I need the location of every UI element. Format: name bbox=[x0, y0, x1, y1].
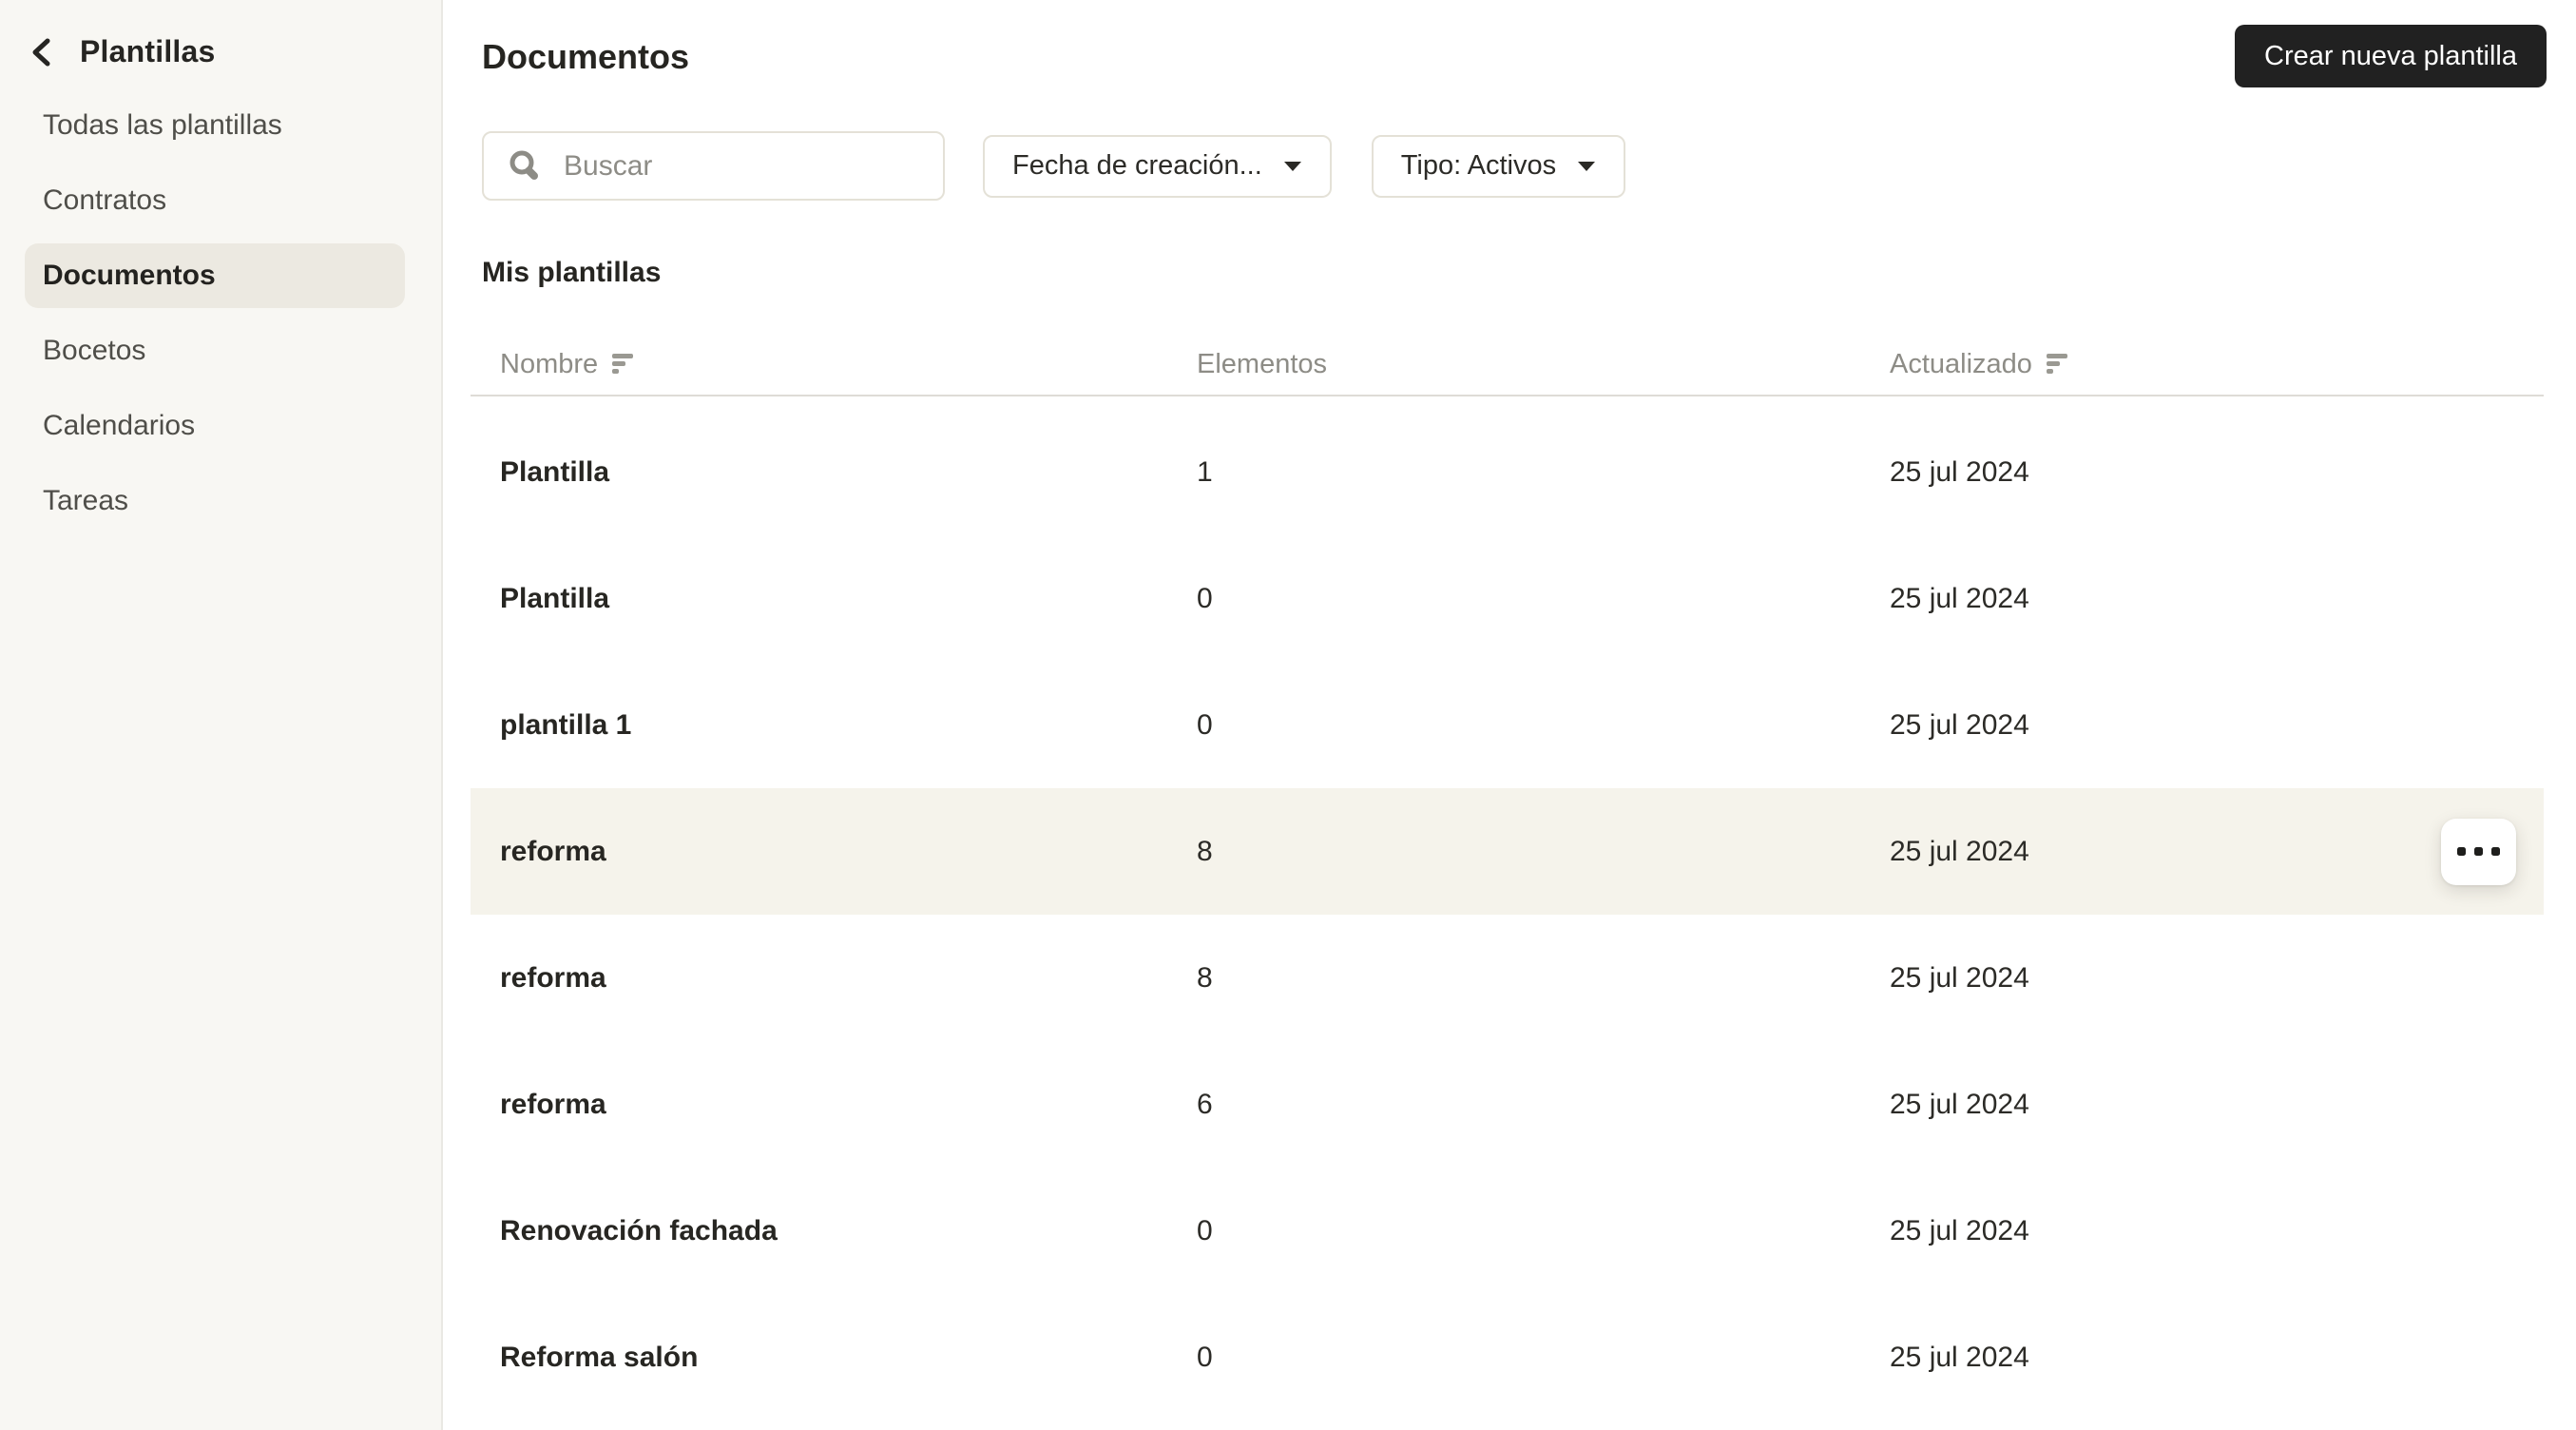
date-filter-label: Fecha de creación... bbox=[1012, 150, 1262, 181]
chevron-down-icon bbox=[1578, 161, 1596, 171]
row-updated: 25 jul 2024 bbox=[1890, 455, 2029, 488]
row-updated: 25 jul 2024 bbox=[1890, 961, 2029, 994]
row-name: reforma bbox=[500, 835, 606, 867]
row-elements: 0 bbox=[1197, 1341, 1213, 1373]
row-updated: 25 jul 2024 bbox=[1890, 1214, 2029, 1246]
ellipsis-icon bbox=[2457, 847, 2466, 856]
column-label: Elementos bbox=[1197, 348, 1328, 379]
templates-table: Nombre Elementos Actualizado Plantilla 1… bbox=[471, 334, 2544, 1420]
filters-bar: Fecha de creación... Tipo: Activos bbox=[482, 131, 2576, 201]
chevron-left-icon bbox=[32, 38, 50, 66]
ellipsis-icon bbox=[2491, 847, 2500, 856]
row-name: reforma bbox=[500, 1088, 606, 1120]
sidebar-item-label: Contratos bbox=[43, 184, 167, 216]
back-to-plantillas[interactable]: Plantillas bbox=[0, 0, 441, 69]
create-template-button[interactable]: Crear nueva plantilla bbox=[2235, 25, 2547, 87]
sidebar-item-label: Tareas bbox=[43, 485, 129, 516]
row-updated: 25 jul 2024 bbox=[1890, 1088, 2029, 1120]
column-header-actualizado[interactable]: Actualizado bbox=[1890, 349, 2544, 380]
sidebar-item-label: Todas las plantillas bbox=[43, 109, 282, 141]
sidebar: Plantillas Todas las plantillas Contrato… bbox=[0, 0, 443, 1430]
column-header-nombre[interactable]: Nombre bbox=[471, 349, 1197, 380]
type-filter-dropdown[interactable]: Tipo: Activos bbox=[1371, 134, 1626, 198]
table-body: Plantilla 1 25 jul 2024 Plantilla 0 25 j… bbox=[471, 396, 2544, 1420]
sort-bars-icon bbox=[2046, 354, 2067, 374]
row-name: Plantilla bbox=[500, 455, 610, 488]
search-icon bbox=[509, 150, 538, 180]
search-input[interactable] bbox=[562, 148, 904, 184]
ellipsis-icon bbox=[2474, 847, 2483, 856]
column-label: Actualizado bbox=[1890, 348, 2032, 379]
row-name: Reforma salón bbox=[500, 1341, 699, 1373]
sidebar-item-label: Calendarios bbox=[43, 410, 196, 441]
row-updated: 25 jul 2024 bbox=[1890, 582, 2029, 614]
sidebar-item-tareas[interactable]: Tareas bbox=[25, 469, 405, 533]
row-updated: 25 jul 2024 bbox=[1890, 1341, 2029, 1373]
sidebar-title: Plantillas bbox=[80, 34, 216, 68]
row-name: reforma bbox=[500, 961, 606, 994]
row-menu-button[interactable] bbox=[2441, 818, 2516, 885]
type-filter-label: Tipo: Activos bbox=[1400, 150, 1557, 181]
sidebar-nav: Todas las plantillas Contratos Documento… bbox=[0, 93, 441, 533]
table-row[interactable]: Reforma salón 0 25 jul 2024 bbox=[471, 1294, 2544, 1420]
row-elements: 0 bbox=[1197, 1214, 1213, 1246]
section-title: Mis plantillas bbox=[482, 257, 662, 288]
sidebar-item-todas-las-plantillas[interactable]: Todas las plantillas bbox=[25, 93, 405, 158]
main-content: Documentos Crear nueva plantilla Fecha d… bbox=[443, 0, 2576, 1430]
row-updated: 25 jul 2024 bbox=[1890, 708, 2029, 741]
date-filter-dropdown[interactable]: Fecha de creación... bbox=[983, 134, 1332, 198]
row-elements: 6 bbox=[1197, 1088, 1213, 1120]
row-elements: 0 bbox=[1197, 582, 1213, 614]
search-box[interactable] bbox=[482, 131, 945, 201]
row-elements: 0 bbox=[1197, 708, 1213, 741]
sidebar-item-documentos[interactable]: Documentos bbox=[25, 243, 405, 308]
row-elements: 8 bbox=[1197, 835, 1213, 867]
table-row[interactable]: plantilla 1 0 25 jul 2024 bbox=[471, 662, 2544, 788]
row-name: Renovación fachada bbox=[500, 1214, 778, 1246]
chevron-down-icon bbox=[1283, 161, 1301, 171]
sidebar-item-calendarios[interactable]: Calendarios bbox=[25, 394, 405, 458]
table-row[interactable]: reforma 8 25 jul 2024 bbox=[471, 788, 2544, 915]
sidebar-item-bocetos[interactable]: Bocetos bbox=[25, 319, 405, 383]
table-row[interactable]: Plantilla 1 25 jul 2024 bbox=[471, 409, 2544, 535]
app-window: Plantillas Todas las plantillas Contrato… bbox=[0, 0, 2576, 1430]
table-row[interactable]: reforma 8 25 jul 2024 bbox=[471, 915, 2544, 1041]
row-elements: 8 bbox=[1197, 961, 1213, 994]
row-elements: 1 bbox=[1197, 455, 1213, 488]
table-row[interactable]: reforma 6 25 jul 2024 bbox=[471, 1041, 2544, 1168]
row-name: plantilla 1 bbox=[500, 708, 632, 741]
column-header-elementos[interactable]: Elementos bbox=[1197, 349, 1890, 380]
sidebar-item-contratos[interactable]: Contratos bbox=[25, 168, 405, 233]
sidebar-item-label: Bocetos bbox=[43, 335, 146, 366]
row-name: Plantilla bbox=[500, 582, 610, 614]
table-row[interactable]: Plantilla 0 25 jul 2024 bbox=[471, 535, 2544, 662]
sidebar-item-label: Documentos bbox=[43, 260, 216, 291]
column-label: Nombre bbox=[500, 348, 599, 379]
table-header: Nombre Elementos Actualizado bbox=[471, 334, 2544, 396]
table-row[interactable]: Renovación fachada 0 25 jul 2024 bbox=[471, 1168, 2544, 1294]
sort-bars-icon bbox=[612, 354, 634, 374]
